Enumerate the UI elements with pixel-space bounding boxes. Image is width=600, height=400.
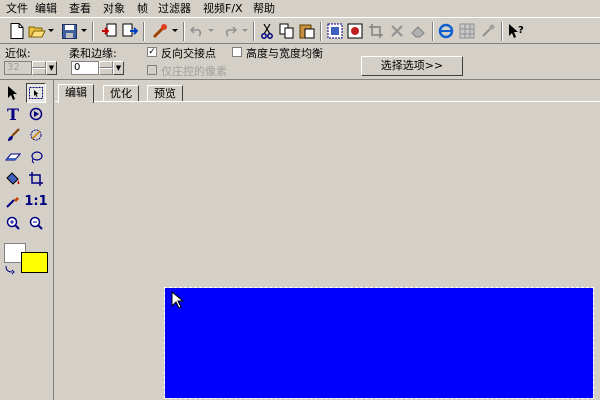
- aspect-ratio-checkbox[interactable]: [232, 47, 242, 57]
- object-select-icon[interactable]: [26, 83, 46, 103]
- tab-optimize[interactable]: 优化: [103, 85, 139, 102]
- view-tabs: 编辑 优化 预览: [55, 84, 600, 103]
- eyedropper-disabled-icon[interactable]: [479, 22, 497, 40]
- save-dropdown-icon[interactable]: [81, 29, 87, 32]
- menu-filter[interactable]: 过滤器: [158, 1, 191, 16]
- redo-dropdown-icon[interactable]: [242, 29, 248, 32]
- menu-bar: 文件 编辑 查看 对象 帧 过滤器 视频F/X 帮助: [0, 0, 600, 17]
- invert-checkbox[interactable]: ✓: [147, 47, 157, 57]
- eraser-icon[interactable]: [3, 147, 23, 167]
- select-all-icon[interactable]: [326, 22, 344, 40]
- aspect-ratio-label: 高度与宽度均衡: [246, 47, 323, 60]
- tolerance-stepper[interactable]: [32, 61, 46, 75]
- canvas[interactable]: [55, 101, 600, 400]
- text-tool-icon[interactable]: T: [3, 104, 23, 124]
- undo-icon[interactable]: [188, 22, 206, 40]
- undo-dropdown-icon[interactable]: [208, 29, 214, 32]
- select-object-icon[interactable]: [346, 22, 364, 40]
- background-color-swatch[interactable]: [21, 252, 48, 273]
- motion-path-icon[interactable]: [26, 104, 46, 124]
- paint-bucket-icon[interactable]: [3, 169, 23, 189]
- invert-label: 反向交接点: [161, 47, 216, 60]
- crop-tool-icon[interactable]: [26, 169, 46, 189]
- zoom-out-icon[interactable]: [26, 213, 46, 233]
- paintbrush-icon[interactable]: [3, 125, 23, 145]
- tools-panel: T 1:1: [0, 80, 54, 400]
- svg-text:?: ?: [518, 25, 524, 36]
- only-selected-label: 仅庄控的像素: [161, 65, 227, 78]
- tolerance-input[interactable]: 32: [4, 61, 32, 75]
- toolbar-separator: [143, 22, 145, 41]
- document-area: 编辑 优化 预览: [55, 80, 600, 400]
- open-folder-icon[interactable]: [28, 22, 46, 40]
- select-options-button[interactable]: 选择选项>>: [361, 56, 463, 76]
- toolbar-separator: [432, 22, 434, 41]
- help-pointer-icon[interactable]: ?: [507, 22, 525, 40]
- open-dropdown-icon[interactable]: [48, 29, 54, 32]
- eyedropper-icon[interactable]: [3, 191, 23, 211]
- redo-icon[interactable]: [221, 22, 239, 40]
- effect-dropdown-icon[interactable]: [172, 29, 178, 32]
- actual-size-icon[interactable]: 1:1: [24, 191, 47, 211]
- tab-preview[interactable]: 预览: [147, 85, 183, 102]
- menu-video-fx[interactable]: 视频F/X: [203, 1, 243, 16]
- browser-preview-icon[interactable]: [437, 22, 455, 40]
- tolerance-dropdown-icon[interactable]: ▼: [46, 61, 57, 75]
- zoom-in-icon[interactable]: [3, 213, 23, 233]
- toolbar-separator: [253, 22, 255, 41]
- feather-input[interactable]: 0: [71, 61, 99, 75]
- menu-edit[interactable]: 编辑: [35, 1, 57, 16]
- feather-dropdown-icon[interactable]: ▼: [113, 61, 124, 75]
- lasso-icon[interactable]: [26, 147, 46, 167]
- delete-icon[interactable]: [388, 22, 406, 40]
- swap-colors-icon[interactable]: [4, 263, 16, 275]
- save-icon[interactable]: [60, 22, 78, 40]
- erase-icon[interactable]: [409, 22, 427, 40]
- tolerance-label: 近似:: [5, 47, 31, 60]
- toolbar-separator: [183, 22, 185, 41]
- paste-icon[interactable]: [298, 22, 316, 40]
- mouse-cursor-icon: [171, 291, 185, 309]
- feather-stepper[interactable]: [99, 61, 113, 75]
- toolbar-separator: [320, 22, 322, 41]
- menu-help[interactable]: 帮助: [253, 1, 275, 16]
- grid-icon[interactable]: [458, 22, 476, 40]
- import-icon[interactable]: [100, 22, 118, 40]
- menu-object[interactable]: 对象: [103, 1, 125, 16]
- toolbar-separator: [92, 22, 94, 41]
- menu-frame[interactable]: 帧: [137, 1, 148, 16]
- magic-select-icon[interactable]: [26, 125, 46, 145]
- new-file-icon[interactable]: [8, 22, 26, 40]
- menu-file[interactable]: 文件: [6, 1, 28, 16]
- feather-label: 柔和边缘:: [69, 47, 117, 60]
- copy-icon[interactable]: [278, 22, 296, 40]
- tab-edit[interactable]: 编辑: [58, 84, 94, 103]
- toolbar-separator: [501, 22, 503, 41]
- effect-wand-icon[interactable]: [151, 22, 169, 40]
- crop-icon[interactable]: [367, 22, 385, 40]
- arrow-pointer-icon[interactable]: [3, 83, 23, 103]
- selected-blue-rectangle[interactable]: [164, 287, 594, 399]
- menu-view[interactable]: 查看: [69, 1, 91, 16]
- main-toolbar: ?: [0, 17, 600, 44]
- cut-icon[interactable]: [258, 22, 276, 40]
- export-icon[interactable]: [121, 22, 139, 40]
- only-selected-checkbox[interactable]: [147, 65, 157, 75]
